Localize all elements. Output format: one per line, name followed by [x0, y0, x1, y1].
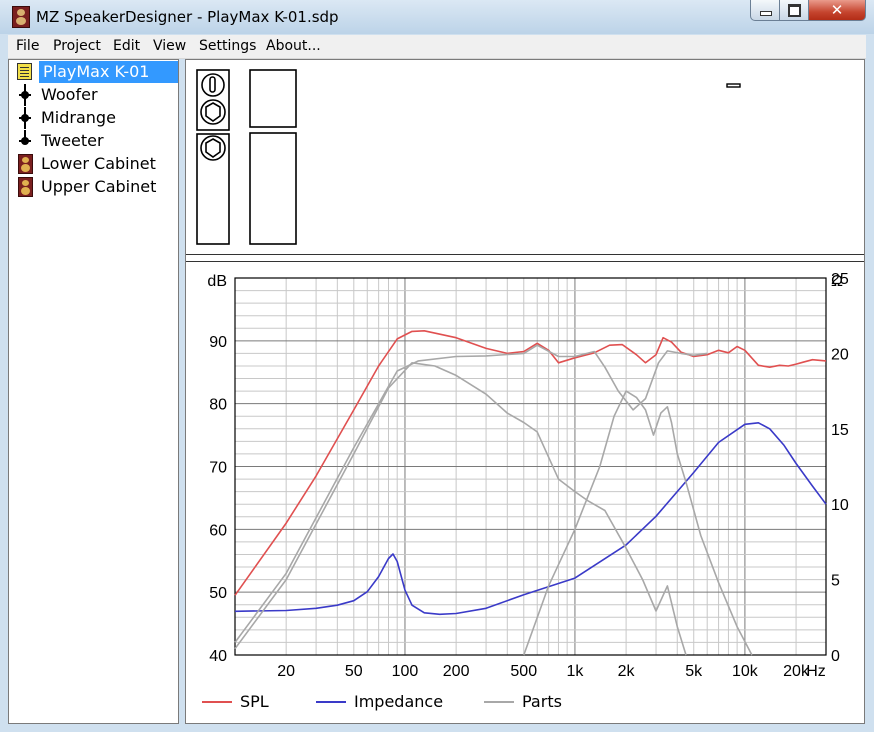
y-left-tick-label: 40	[209, 648, 227, 665]
menu-file[interactable]: File	[16, 38, 39, 54]
legend-label-impedance: Impedance	[354, 692, 444, 711]
y-right-unit-label: Ω	[831, 273, 843, 290]
y-left-unit-label: dB	[207, 273, 227, 290]
x-tick-label: 10k	[732, 663, 759, 680]
chart-svg: 405060708090051015202520 50 100 200 500 1k 2k 5…	[207, 271, 849, 680]
tree-item-label: Upper Cabinet	[41, 177, 157, 196]
driver-icon	[19, 107, 31, 129]
tree-item-upper-cabinet[interactable]: Upper Cabinet	[9, 176, 178, 198]
legend-label-spl: SPL	[240, 692, 269, 711]
x-tick-label: 50	[345, 663, 363, 680]
y-right-tick-label: 15	[831, 422, 849, 439]
scale-marker	[726, 83, 741, 88]
menu-edit[interactable]: Edit	[113, 38, 140, 54]
x-tick-label: 20	[277, 663, 295, 680]
menu-about[interactable]: About...	[266, 38, 321, 54]
x-unit-label: Hz	[806, 663, 826, 680]
cabinet-layout-drawing	[196, 69, 741, 245]
tree-item-label: Tweeter	[41, 131, 104, 150]
driver-icon	[19, 130, 31, 152]
midrange-cone	[205, 102, 221, 122]
y-left-tick-label: 80	[209, 397, 227, 414]
tree-item-label: Lower Cabinet	[41, 154, 156, 173]
tree-item-project[interactable]: PlayMax K-01	[9, 61, 178, 83]
tree-item-tweeter[interactable]: Tweeter	[9, 130, 178, 152]
cabinet-icon	[18, 154, 33, 174]
menu-bar: File Project Edit View Settings About...	[8, 35, 866, 59]
y-right-tick-label: 5	[831, 573, 840, 590]
close-button[interactable]: ✕	[808, 0, 866, 21]
maximize-button[interactable]	[779, 0, 809, 21]
application-window: MZ SpeakerDesigner - PlayMax K-01.sdp ✕ …	[0, 0, 874, 732]
y-right-tick-label: 0	[831, 648, 840, 665]
tree-item-label: PlayMax K-01	[39, 61, 178, 83]
minimize-button[interactable]	[750, 0, 780, 21]
document-icon	[17, 63, 32, 80]
tree-item-label: Midrange	[41, 108, 116, 127]
cabinet-layout-view[interactable]	[186, 60, 864, 254]
x-tick-label: 100	[392, 663, 419, 680]
pane-splitter[interactable]	[186, 254, 864, 262]
x-tick-label: 2k	[618, 663, 636, 680]
driver-icon	[19, 84, 31, 106]
upper-cabinet-side[interactable]	[249, 69, 297, 128]
cabinet-icon	[18, 177, 33, 197]
x-tick-label: 200	[443, 663, 470, 680]
y-left-tick-label: 70	[209, 460, 227, 477]
y-left-tick-label: 50	[209, 585, 227, 602]
tree-item-midrange[interactable]: Midrange	[9, 107, 178, 129]
legend-swatch-parts	[484, 701, 514, 703]
y-left-tick-label: 60	[209, 522, 227, 539]
close-icon: ✕	[830, 1, 844, 19]
menu-settings[interactable]: Settings	[199, 38, 256, 54]
tweeter-slot	[209, 76, 216, 93]
menu-view[interactable]: View	[153, 38, 186, 54]
window-title: MZ SpeakerDesigner - PlayMax K-01.sdp	[36, 8, 339, 26]
tree-item-lower-cabinet[interactable]: Lower Cabinet	[9, 153, 178, 175]
y-right-tick-label: 20	[831, 346, 849, 363]
title-bar[interactable]: MZ SpeakerDesigner - PlayMax K-01.sdp ✕	[0, 0, 874, 34]
frequency-response-chart: 40 50 60 70 80 90 0 5 10 15 20 25 20 50 100 200 500 1k 2k 5…	[186, 262, 864, 723]
design-pane: 40 50 60 70 80 90 0 5 10 15 20 25 20 50 100 200 500 1k 2k 5…	[185, 59, 865, 724]
y-left-tick-label: 90	[209, 334, 227, 351]
y-right-tick-label: 10	[831, 497, 849, 514]
x-tick-label: 5k	[685, 663, 703, 680]
legend-label-parts: Parts	[522, 692, 562, 711]
legend-swatch-spl	[202, 701, 232, 703]
lower-cabinet-side[interactable]	[249, 132, 297, 245]
x-tick-label: 1k	[566, 663, 584, 680]
project-tree: PlayMax K-01 Woofer Midrange Tweeter Low…	[8, 59, 179, 724]
speaker-app-icon	[12, 6, 30, 28]
legend-swatch-impedance	[316, 701, 346, 703]
tree-item-woofer[interactable]: Woofer	[9, 84, 178, 106]
x-tick-label: 500	[510, 663, 537, 680]
menu-project[interactable]: Project	[53, 38, 101, 54]
tree-item-label: Woofer	[41, 85, 98, 104]
woofer-cone	[205, 138, 221, 158]
